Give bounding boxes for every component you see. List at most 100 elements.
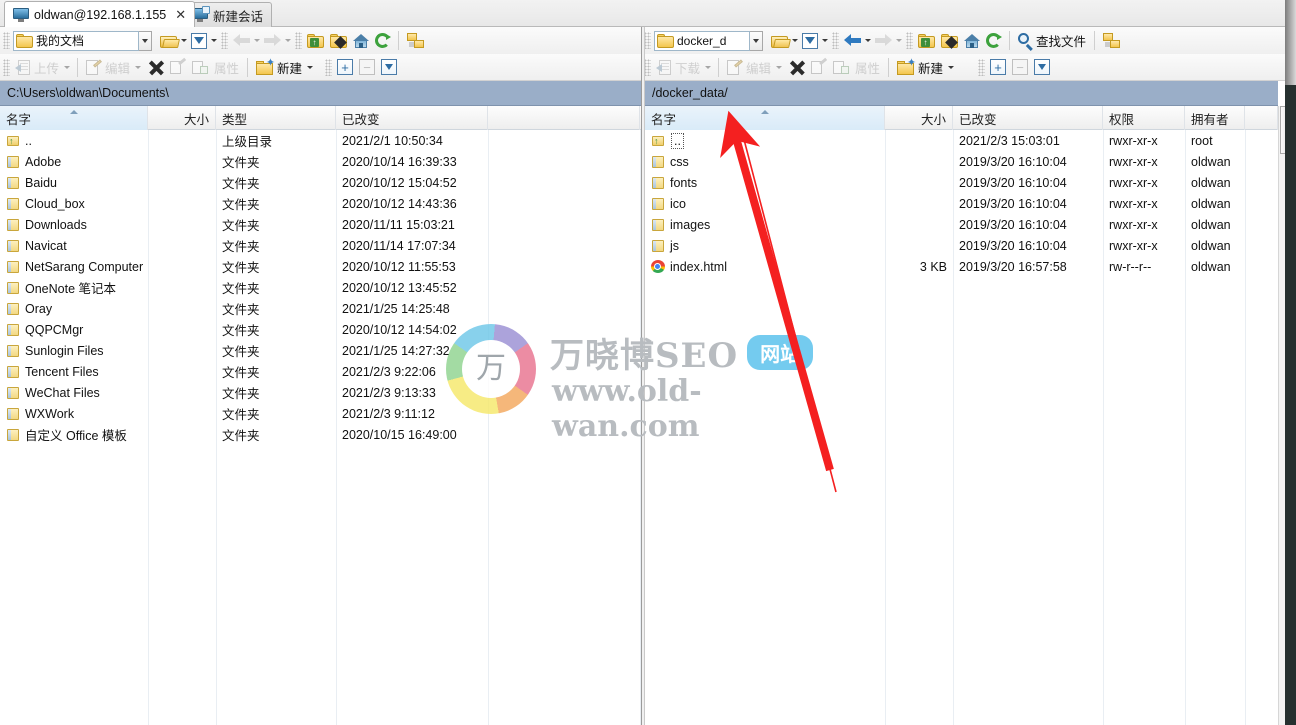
toolbar-grip[interactable]: [3, 32, 10, 49]
column-header-blank[interactable]: [1245, 106, 1278, 130]
toolbar-grip[interactable]: [978, 58, 986, 76]
upload-button[interactable]: 上传: [12, 56, 62, 78]
file-row[interactable]: WeChat Files 文件夹 2021/2/3 9:13:33: [0, 382, 641, 403]
remote-path-combo-arrow[interactable]: [750, 30, 763, 51]
chmod-button[interactable]: [830, 56, 852, 78]
new-folder-button[interactable]: [327, 30, 350, 52]
refresh-button[interactable]: [983, 30, 1004, 52]
file-row[interactable]: fonts 2019/3/20 16:10:04 rwxr-xr-x oldwan: [645, 172, 1278, 193]
upload-dropdown[interactable]: [62, 56, 72, 78]
open-folder-dropdown[interactable]: [180, 30, 188, 52]
new-button[interactable]: ✦ 新建: [253, 56, 305, 78]
properties-button[interactable]: 属性: [852, 56, 883, 78]
filter-button[interactable]: [188, 30, 210, 52]
new-dropdown[interactable]: [305, 56, 315, 78]
file-row[interactable]: images 2019/3/20 16:10:04 rwxr-xr-x oldwan: [645, 214, 1278, 235]
list-filter-button[interactable]: [1031, 56, 1053, 78]
delete-button[interactable]: [787, 56, 808, 78]
file-row[interactable]: ↑.. 上级目录 2021/2/1 10:50:34: [0, 130, 641, 151]
toolbar-grip[interactable]: [906, 32, 913, 49]
new-button[interactable]: ✦ 新建: [894, 56, 946, 78]
toolbar-grip[interactable]: [325, 58, 333, 76]
chmod-button[interactable]: [189, 56, 211, 78]
file-row[interactable]: QQPCMgr 文件夹 2020/10/12 14:54:02: [0, 319, 641, 340]
download-button[interactable]: 下载: [653, 56, 703, 78]
list-filter-button[interactable]: [378, 56, 400, 78]
toolbar-grip[interactable]: [644, 58, 651, 76]
back-button[interactable]: [230, 30, 253, 52]
back-dropdown[interactable]: [253, 30, 261, 52]
expand-all-button[interactable]: +: [334, 56, 356, 78]
local-path-combo-arrow[interactable]: [139, 30, 152, 51]
column-header-大小[interactable]: 大小: [885, 106, 953, 130]
download-dropdown[interactable]: [703, 56, 713, 78]
file-row[interactable]: js 2019/3/20 16:10:04 rwxr-xr-x oldwan: [645, 235, 1278, 256]
toolbar-grip[interactable]: [3, 58, 10, 76]
toolbar-grip[interactable]: [832, 32, 839, 49]
sync-browse-button[interactable]: [404, 30, 427, 52]
back-dropdown[interactable]: [864, 30, 872, 52]
local-path-combo[interactable]: 我的文档: [13, 30, 139, 51]
file-row[interactable]: Sunlogin Files 文件夹 2021/1/25 14:27:32: [0, 340, 641, 361]
open-folder-button[interactable]: [157, 30, 180, 52]
column-header-名字[interactable]: 名字: [645, 106, 885, 130]
file-row[interactable]: Tencent Files 文件夹 2021/2/3 9:22:06: [0, 361, 641, 382]
file-row[interactable]: ↑.. 2021/2/3 15:03:01 rwxr-xr-x root: [645, 130, 1278, 151]
file-row[interactable]: 自定义 Office 模板 文件夹 2020/10/15 16:49:00: [0, 424, 641, 445]
toolbar-grip[interactable]: [295, 32, 302, 49]
remote-path-bar[interactable]: /docker_data/: [645, 81, 1278, 106]
filter-button[interactable]: [799, 30, 821, 52]
open-folder-button[interactable]: [768, 30, 791, 52]
column-header-权限[interactable]: 权限: [1103, 106, 1185, 130]
column-header-已改变[interactable]: 已改变: [953, 106, 1103, 130]
toolbar-grip[interactable]: [221, 32, 228, 49]
close-icon[interactable]: ✕: [175, 7, 186, 23]
file-row[interactable]: Cloud_box 文件夹 2020/10/12 14:43:36: [0, 193, 641, 214]
file-row[interactable]: index.html 3 KB 2019/3/20 16:57:58 rw-r--r-…: [645, 256, 1278, 277]
up-one-level-button[interactable]: ↑: [304, 30, 327, 52]
column-header-拥有者[interactable]: 拥有者: [1185, 106, 1245, 130]
open-folder-dropdown[interactable]: [791, 30, 799, 52]
edit-dropdown[interactable]: [133, 56, 143, 78]
file-row[interactable]: OneNote 笔记本 文件夹 2020/10/12 13:45:52: [0, 277, 641, 298]
new-folder-button[interactable]: [938, 30, 961, 52]
column-header-类型[interactable]: 类型: [216, 106, 336, 130]
edit-button[interactable]: 编辑: [724, 56, 774, 78]
back-button[interactable]: [841, 30, 864, 52]
rename-button[interactable]: [167, 56, 189, 78]
up-one-level-button[interactable]: ↑: [915, 30, 938, 52]
edit-dropdown[interactable]: [774, 56, 784, 78]
file-row[interactable]: ico 2019/3/20 16:10:04 rwxr-xr-x oldwan: [645, 193, 1278, 214]
session-tab-new[interactable]: 新建会话: [183, 2, 273, 27]
forward-button[interactable]: [872, 30, 895, 52]
file-row[interactable]: css 2019/3/20 16:10:04 rwxr-xr-x oldwan: [645, 151, 1278, 172]
forward-button[interactable]: [261, 30, 284, 52]
expand-all-button[interactable]: +: [987, 56, 1009, 78]
home-folder-button[interactable]: [350, 30, 372, 52]
column-header-名字[interactable]: 名字: [0, 106, 148, 130]
local-path-bar[interactable]: C:\Users\oldwan\Documents\: [0, 81, 641, 106]
rename-button[interactable]: [808, 56, 830, 78]
column-header-大小[interactable]: 大小: [148, 106, 216, 130]
delete-button[interactable]: [146, 56, 167, 78]
file-row[interactable]: NetSarang Computer 文件夹 2020/10/12 11:55:53: [0, 256, 641, 277]
forward-dropdown[interactable]: [895, 30, 903, 52]
refresh-button[interactable]: [372, 30, 393, 52]
sync-browse-button[interactable]: [1100, 30, 1123, 52]
edit-button[interactable]: 编辑: [83, 56, 133, 78]
file-row[interactable]: WXWork 文件夹 2021/2/3 9:11:12: [0, 403, 641, 424]
file-row[interactable]: Oray 文件夹 2021/1/25 14:25:48: [0, 298, 641, 319]
collapse-all-button[interactable]: −: [1009, 56, 1031, 78]
session-tab-active[interactable]: oldwan@192.168.1.155 ✕: [4, 1, 196, 27]
properties-button[interactable]: 属性: [211, 56, 242, 78]
column-header-已改变[interactable]: 已改变: [336, 106, 488, 130]
collapse-all-button[interactable]: −: [356, 56, 378, 78]
file-row[interactable]: Navicat 文件夹 2020/11/14 17:07:34: [0, 235, 641, 256]
find-files-button[interactable]: 查找文件: [1015, 30, 1089, 52]
file-row[interactable]: Downloads 文件夹 2020/11/11 15:03:21: [0, 214, 641, 235]
home-folder-button[interactable]: [961, 30, 983, 52]
remote-path-combo[interactable]: docker_d: [654, 30, 750, 51]
toolbar-grip[interactable]: [644, 32, 651, 49]
forward-dropdown[interactable]: [284, 30, 292, 52]
filter-dropdown[interactable]: [821, 30, 829, 52]
